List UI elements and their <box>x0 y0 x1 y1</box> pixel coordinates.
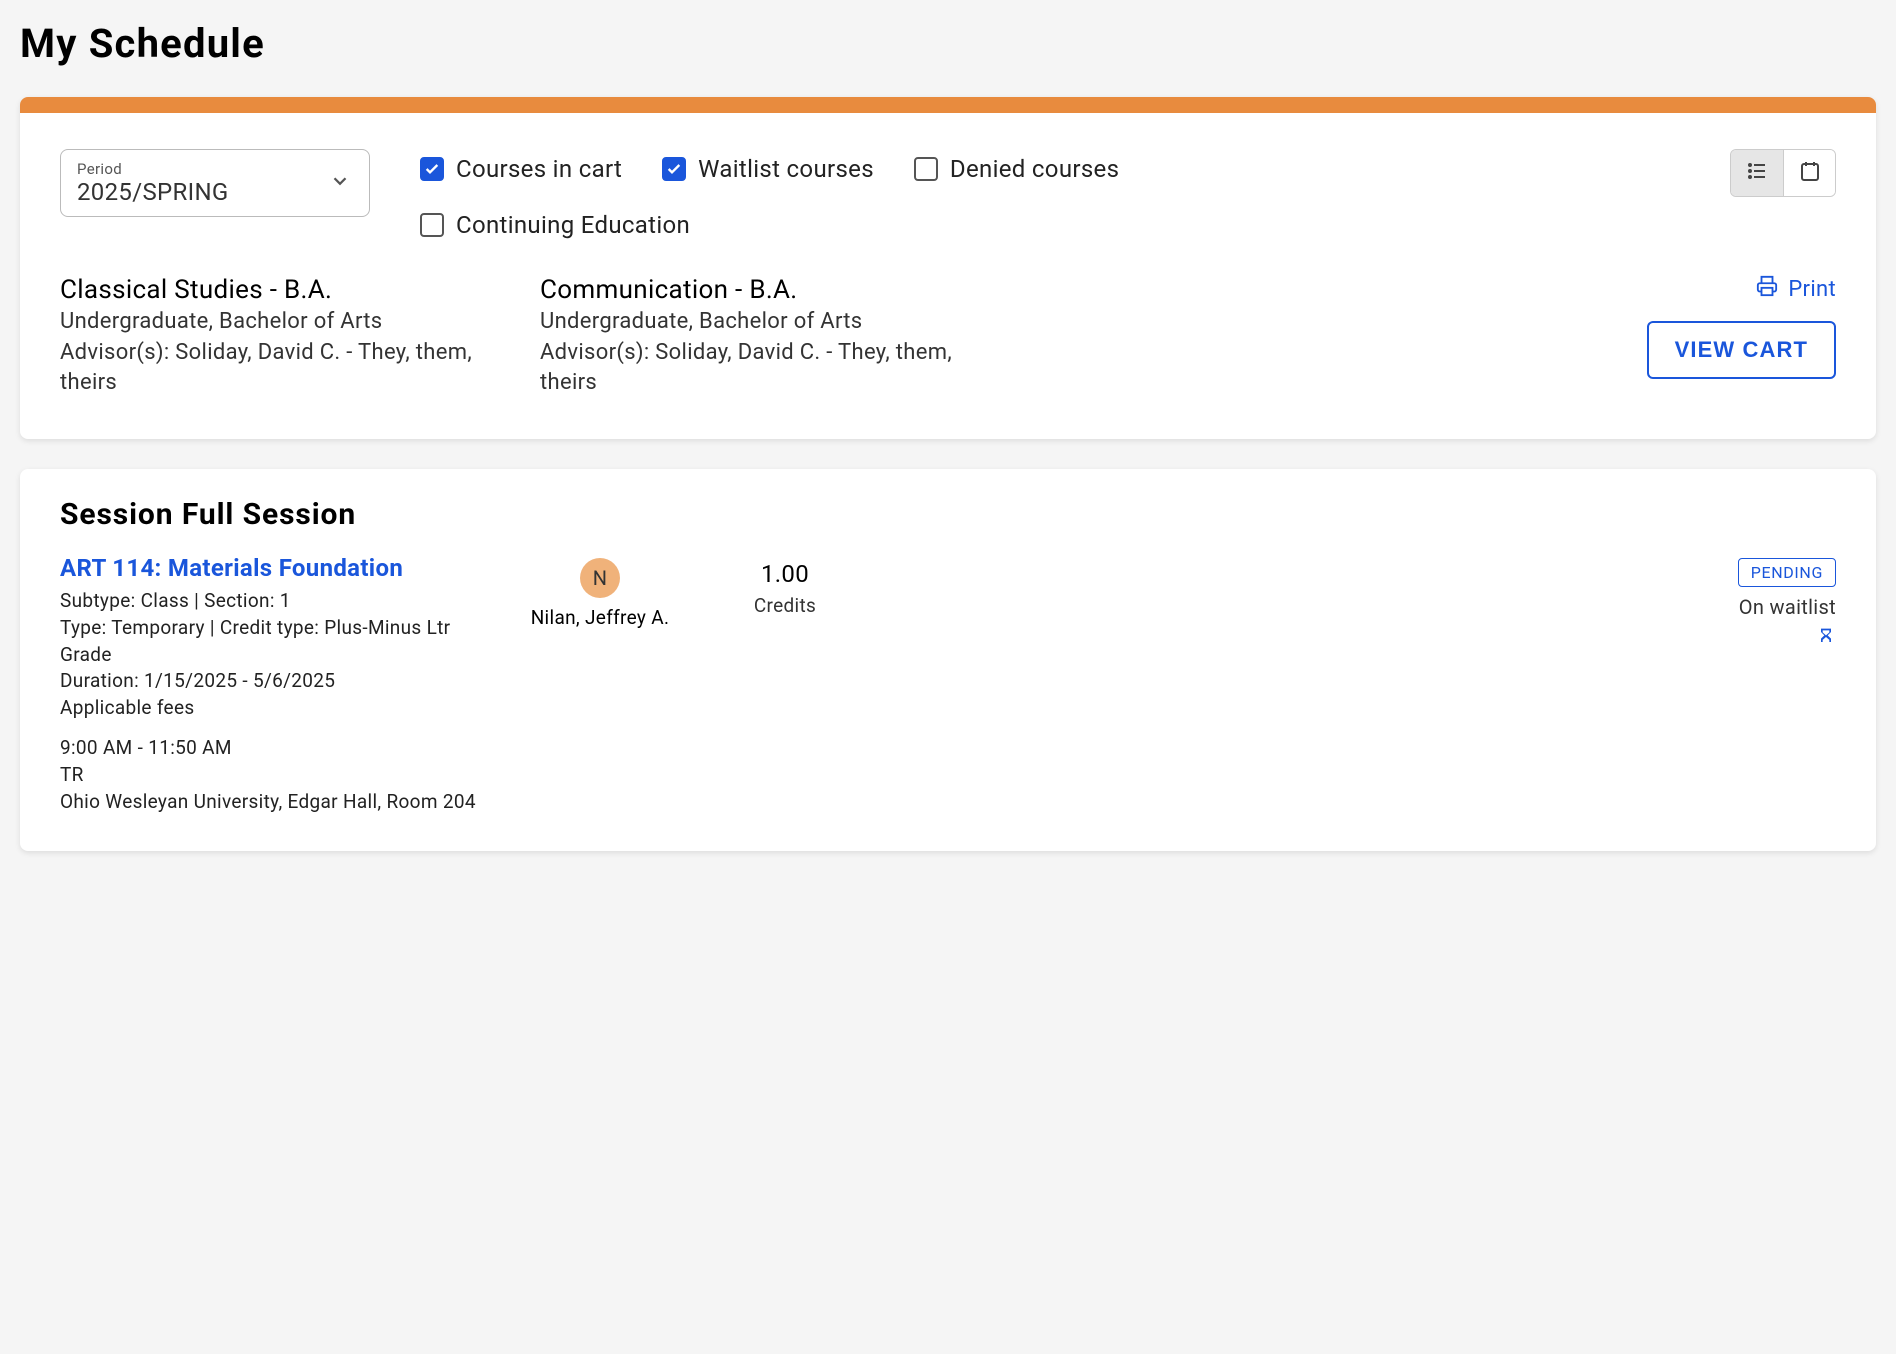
course-duration: Duration: 1/15/2025 - 5/6/2025 <box>60 668 480 695</box>
checkbox-waitlist-courses[interactable]: Waitlist courses <box>662 155 874 183</box>
checkbox-label: Waitlist courses <box>698 155 874 183</box>
status-text: On waitlist <box>1739 595 1836 619</box>
filter-checkboxes: Courses in cart Waitlist courses Denied … <box>420 149 1680 239</box>
printer-icon <box>1756 275 1778 303</box>
program-advisor: Advisor(s): Soliday, David C. - They, th… <box>60 338 480 397</box>
print-link[interactable]: Print <box>1756 275 1836 303</box>
period-label: Period <box>77 160 353 178</box>
status-badge: PENDING <box>1738 558 1836 587</box>
period-select[interactable]: Period 2025/SPRING <box>60 149 370 217</box>
program-title: Communication - B.A. <box>540 275 960 305</box>
course-type-credit: Type: Temporary | Credit type: Plus-Minu… <box>60 615 480 668</box>
print-label: Print <box>1788 277 1836 302</box>
chevron-down-icon <box>329 170 351 196</box>
course-fees-link[interactable]: Applicable fees <box>60 695 480 722</box>
program-advisor: Advisor(s): Soliday, David C. - They, th… <box>540 338 960 397</box>
period-value: 2025/SPRING <box>77 178 353 206</box>
checkbox-icon <box>420 157 444 181</box>
checkbox-icon <box>914 157 938 181</box>
page-title: My Schedule <box>20 20 1876 67</box>
program-block: Classical Studies - B.A. Undergraduate, … <box>60 275 480 397</box>
checkbox-continuing-education[interactable]: Continuing Education <box>420 211 1680 239</box>
course-title-link[interactable]: ART 114: Materials Foundation <box>60 554 480 582</box>
instructor-name: Nilan, Jeffrey A. <box>531 606 670 629</box>
program-subtitle: Undergraduate, Bachelor of Arts <box>60 309 480 334</box>
checkbox-label: Courses in cart <box>456 155 622 183</box>
checkbox-label: Denied courses <box>950 155 1119 183</box>
hourglass-icon <box>1816 627 1836 651</box>
checkbox-label: Continuing Education <box>456 211 690 239</box>
course-location: Ohio Wesleyan University, Edgar Hall, Ro… <box>60 789 480 816</box>
course-row: ART 114: Materials Foundation Subtype: C… <box>60 554 1836 815</box>
credits-value: 1.00 <box>761 560 809 588</box>
instructor-column: N Nilan, Jeffrey A. <box>520 554 680 815</box>
calendar-icon <box>1798 159 1822 187</box>
session-title: Session Full Session <box>60 497 1836 532</box>
list-icon <box>1745 159 1769 187</box>
instructor-avatar: N <box>580 558 620 598</box>
view-cart-button[interactable]: VIEW CART <box>1647 321 1836 379</box>
course-subtype-section: Subtype: Class | Section: 1 <box>60 588 480 615</box>
status-column: PENDING On waitlist <box>1738 554 1836 815</box>
view-toggle <box>1730 149 1836 197</box>
list-view-button[interactable] <box>1731 150 1783 196</box>
course-time: 9:00 AM - 11:50 AM <box>60 735 480 762</box>
program-block: Communication - B.A. Undergraduate, Bach… <box>540 275 960 397</box>
credits-column: 1.00 Credits <box>720 554 850 815</box>
checkbox-denied-courses[interactable]: Denied courses <box>914 155 1119 183</box>
program-subtitle: Undergraduate, Bachelor of Arts <box>540 309 960 334</box>
course-days: TR <box>60 762 480 789</box>
calendar-view-button[interactable] <box>1783 150 1835 196</box>
checkbox-icon <box>420 213 444 237</box>
session-card: Session Full Session ART 114: Materials … <box>20 469 1876 851</box>
card-accent-bar <box>20 97 1876 113</box>
checkbox-courses-in-cart[interactable]: Courses in cart <box>420 155 622 183</box>
filters-card: Period 2025/SPRING Courses in cart <box>20 97 1876 439</box>
program-title: Classical Studies - B.A. <box>60 275 480 305</box>
credits-label: Credits <box>754 594 816 617</box>
checkbox-icon <box>662 157 686 181</box>
